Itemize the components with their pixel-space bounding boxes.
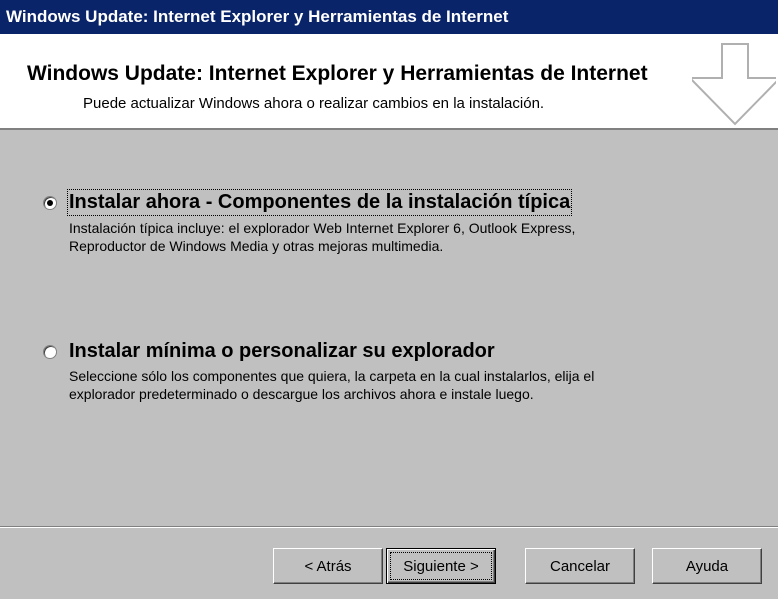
back-button-label: < Atrás: [304, 557, 352, 575]
back-button[interactable]: < Atrás: [273, 548, 383, 584]
down-arrow-icon: [692, 43, 776, 126]
focus-ring: [390, 552, 492, 580]
next-button[interactable]: Siguiente >: [386, 548, 496, 584]
radio-typical[interactable]: [43, 196, 57, 210]
help-button-label: Ayuda: [685, 557, 729, 575]
window-title: Windows Update: Internet Explorer y Herr…: [6, 7, 509, 26]
header-subtitle: Puede actualizar Windows ahora o realiza…: [83, 95, 545, 112]
option-typical-desc-line2: Reproductor de Windows Media y otras mej…: [69, 238, 444, 254]
option-typical-label[interactable]: Instalar ahora - Componentes de la insta…: [66, 189, 573, 216]
wizard-header: Windows Update: Internet Explorer y Herr…: [0, 34, 778, 130]
option-typical-desc-line1: Instalación típica incluye: el explorado…: [69, 220, 576, 236]
radio-selected-dot: [47, 200, 53, 206]
window-title-bar[interactable]: Windows Update: Internet Explorer y Herr…: [0, 0, 778, 34]
radio-custom[interactable]: [43, 345, 57, 359]
cancel-button[interactable]: Cancelar: [525, 548, 635, 584]
footer-separator-highlight: [0, 527, 778, 528]
option-custom-label[interactable]: Instalar mínima o personalizar su explor…: [69, 340, 495, 363]
option-custom-desc-line1: Seleccione sólo los componentes que quie…: [69, 368, 595, 384]
option-custom-desc-line2: explorador predeterminado o descargue lo…: [69, 386, 534, 402]
help-button[interactable]: Ayuda: [652, 548, 762, 584]
header-title: Windows Update: Internet Explorer y Herr…: [27, 62, 648, 85]
cancel-button-label: Cancelar: [549, 557, 611, 575]
